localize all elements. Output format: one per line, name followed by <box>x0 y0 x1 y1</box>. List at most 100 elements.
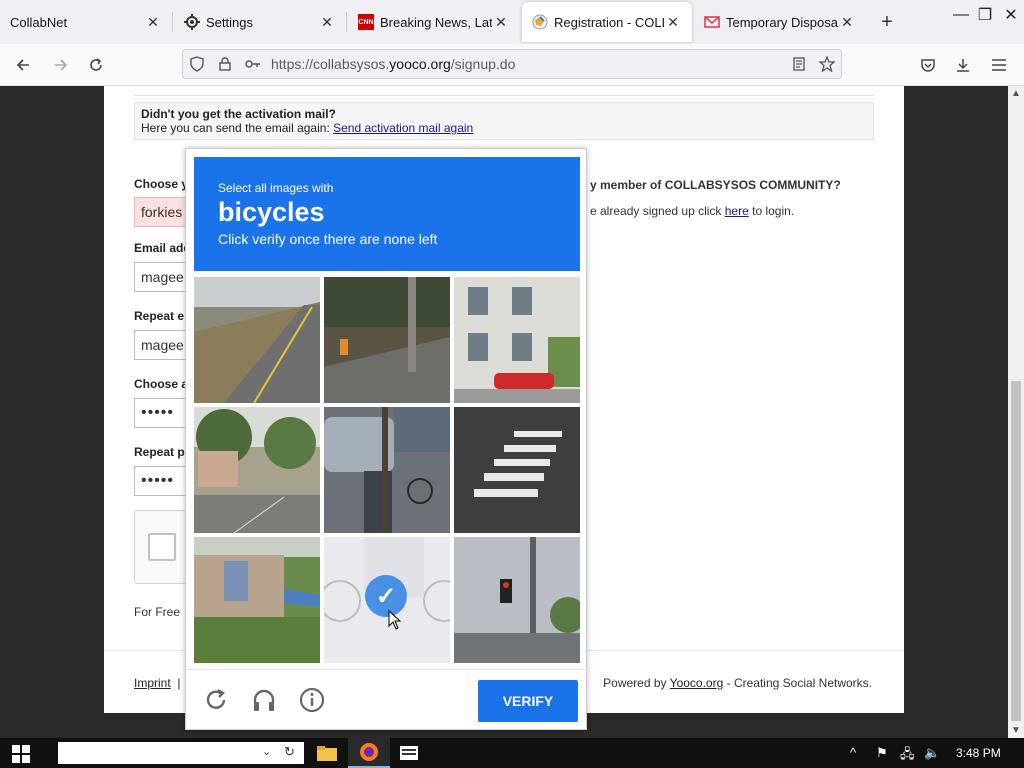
captcha-tile[interactable] <box>454 407 580 533</box>
chevron-down-icon[interactable]: ⌄ <box>262 745 271 758</box>
email-label: Email add <box>134 241 191 255</box>
login-here-link[interactable]: here <box>725 204 749 218</box>
captcha-tile[interactable] <box>194 277 320 403</box>
street-trees-image <box>194 407 320 533</box>
menu-button[interactable] <box>986 53 1012 77</box>
pocket-icon <box>921 59 935 72</box>
captcha-audio-button[interactable] <box>246 682 282 718</box>
reader-view-icon[interactable] <box>785 50 813 78</box>
login-hint: e already signed up click here to login. <box>590 204 794 218</box>
tab-title: Settings <box>206 14 253 30</box>
file-explorer-app[interactable] <box>306 738 348 768</box>
chevron-up-icon[interactable]: ^ <box>850 745 856 760</box>
globe-icon <box>532 14 548 30</box>
close-icon[interactable]: ✕ <box>144 13 162 31</box>
building-car-image <box>454 277 580 403</box>
headphones-icon <box>253 689 275 711</box>
minimize-button[interactable]: — <box>948 4 974 26</box>
shack-image <box>194 537 320 663</box>
tab-separator <box>346 12 347 32</box>
tab-title: Breaking News, Latest <box>380 14 492 30</box>
url-prefix: https://collabsysos. <box>271 56 390 72</box>
tab-registration[interactable]: Registration - COLLAB ✕ <box>522 2 692 42</box>
address-bar[interactable]: https://collabsysos.yooco.org/signup.do <box>182 49 842 79</box>
windows-start-icon[interactable] <box>12 745 30 763</box>
firefox-app[interactable] <box>348 738 390 768</box>
tab-collabnet[interactable]: CollabNet ✕ <box>0 0 172 44</box>
clock[interactable]: 3:48 PM <box>956 746 1001 760</box>
flag-icon[interactable]: ⚑ <box>876 745 888 761</box>
captcha-image-grid: ✓ <box>194 277 580 663</box>
pocket-button[interactable] <box>915 53 941 77</box>
captcha-target: bicycles <box>218 197 325 227</box>
mouse-cursor-icon <box>388 610 402 630</box>
back-button[interactable] <box>10 53 36 77</box>
taskbar-search-input[interactable]: ⌄ ↻ <box>58 742 304 764</box>
divider <box>134 95 874 96</box>
recaptcha-checkbox[interactable] <box>148 533 176 561</box>
captcha-tile[interactable] <box>324 407 450 533</box>
captcha-info-button[interactable] <box>294 682 330 718</box>
refresh-icon[interactable]: ↻ <box>284 744 295 760</box>
scroll-up-icon[interactable]: ▲ <box>1011 88 1021 99</box>
for-free-text: For Free <box>134 605 181 619</box>
forward-button[interactable] <box>48 53 74 77</box>
tab-breaking-news[interactable]: CNN Breaking News, Latest ✕ <box>348 0 520 44</box>
yooco-link[interactable]: Yooco.org <box>670 676 724 690</box>
close-icon[interactable]: ✕ <box>838 13 856 31</box>
footer-links: Imprint | <box>134 676 180 690</box>
captcha-instructions: Select all images with bicycles Click ve… <box>194 157 580 271</box>
repeat-password-label: Repeat p <box>134 445 185 459</box>
login-hint-text: e already signed up click <box>590 204 725 218</box>
gear-icon <box>184 14 200 30</box>
arrow-right-icon <box>55 59 68 71</box>
captcha-tile-selected[interactable]: ✓ <box>324 537 450 663</box>
taskview-app[interactable] <box>388 738 430 768</box>
key-icon[interactable] <box>239 50 267 78</box>
resend-activation-link[interactable]: Send activation mail again <box>333 121 473 135</box>
lock-icon[interactable] <box>211 50 239 78</box>
reload-icon <box>90 58 102 71</box>
scrollbar-thumb[interactable] <box>1011 381 1021 721</box>
traffic-light-image <box>454 537 580 663</box>
activation-heading: Didn't you get the activation mail? <box>141 107 336 121</box>
captcha-tile[interactable] <box>194 537 320 663</box>
close-icon[interactable]: ✕ <box>664 13 682 31</box>
member-heading: y member of COLLABSYSOS COMMUNITY? <box>590 178 841 192</box>
window-close-button[interactable]: ✕ <box>998 4 1024 26</box>
url-path: /signup.do <box>450 56 516 72</box>
refresh-icon <box>206 688 226 709</box>
powered-by-suffix: - Creating Social Networks. <box>723 676 872 690</box>
bookmark-star-icon[interactable] <box>813 50 841 78</box>
imprint-link[interactable]: Imprint <box>134 676 171 690</box>
volume-icon[interactable]: 🔈 <box>924 745 940 761</box>
captcha-reload-button[interactable] <box>198 682 234 718</box>
tab-settings[interactable]: Settings ✕ <box>174 0 346 44</box>
captcha-tile[interactable] <box>324 277 450 403</box>
captcha-tile[interactable] <box>454 537 580 663</box>
tab-title: Registration - COLLAB <box>554 14 664 30</box>
close-icon[interactable]: ✕ <box>318 13 336 31</box>
tab-temp-mail[interactable]: Temporary Disposable ✕ <box>694 0 866 44</box>
new-tab-button[interactable]: + <box>876 12 898 34</box>
network-icon[interactable]: 🖧 <box>900 745 915 767</box>
page-scrollbar[interactable]: ▲ ▼ <box>1008 86 1024 738</box>
captcha-tile[interactable] <box>194 407 320 533</box>
mail-icon <box>704 16 720 28</box>
url-text[interactable]: https://collabsysos.yooco.org/signup.do <box>271 56 515 72</box>
captcha-challenge-dialog: Select all images with bicycles Click ve… <box>185 148 588 730</box>
reload-button[interactable] <box>83 53 109 77</box>
restore-button[interactable]: ❐ <box>972 4 998 26</box>
verify-button[interactable]: VERIFY <box>478 680 578 722</box>
close-icon[interactable]: ✕ <box>492 13 510 31</box>
captcha-tile[interactable] <box>454 277 580 403</box>
arrow-left-icon <box>16 59 29 71</box>
scroll-down-icon[interactable]: ▼ <box>1011 725 1021 736</box>
downloads-button[interactable] <box>950 53 976 77</box>
windows-taskbar: ⌄ ↻ ^ ⚑ 🖧 🔈 3:48 PM <box>0 738 1024 768</box>
shield-icon[interactable] <box>183 50 211 78</box>
tab-separator <box>172 12 173 32</box>
footer-separator: | <box>177 676 181 690</box>
info-icon <box>299 687 325 713</box>
hamburger-menu-icon <box>992 59 1006 71</box>
